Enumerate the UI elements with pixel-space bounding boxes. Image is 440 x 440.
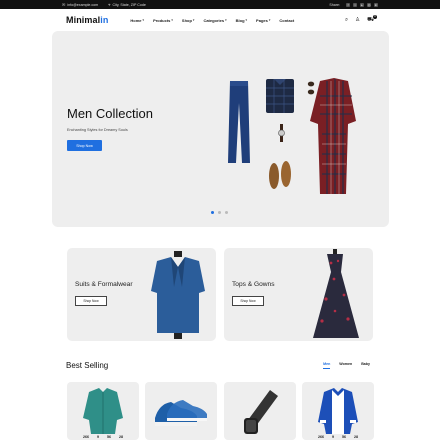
nav-categories[interactable]: Categories ▾: [203, 18, 226, 23]
main-header: Minimalin Home ▾ Products ▾ Shop ▾ Categori…: [0, 9, 440, 31]
logo-accent-text: in: [100, 15, 109, 25]
countdown-seconds: 28: [119, 435, 123, 439]
varsity-jacket-image: [318, 388, 358, 434]
chevron-down-icon: ▾: [225, 18, 227, 22]
main-nav: Home ▾ Products ▾ Shop ▾ Categories ▾ Blog ▾ …: [130, 18, 294, 23]
nav-label: Home: [130, 17, 142, 23]
nav-label: Categories: [203, 17, 225, 23]
chevron-down-icon: ▾: [171, 18, 173, 22]
category-shop-now-button[interactable]: Shop Now: [75, 296, 107, 306]
slider-dot[interactable]: [225, 211, 228, 214]
countdown-minutes: 56: [342, 435, 346, 439]
hero-product-flatlay-image: [228, 78, 356, 194]
linkedin-icon[interactable]: in: [374, 2, 378, 7]
best-selling-title: Best Selling: [66, 361, 109, 370]
nav-contact[interactable]: Contact: [279, 18, 294, 23]
category-shop-now-button[interactable]: Shop Now: [232, 296, 264, 306]
site-logo[interactable]: Minimalin: [66, 15, 108, 25]
tab-men[interactable]: Men: [323, 362, 331, 369]
smartwatch-image: [244, 390, 278, 434]
nav-products[interactable]: Products ▾: [153, 18, 173, 23]
product-card[interactable]: [145, 382, 217, 440]
nav-pages[interactable]: Pages ▾: [256, 18, 270, 23]
chevron-down-icon: ▾: [192, 18, 195, 22]
blue-sneakers-image: [155, 400, 207, 426]
search-icon[interactable]: ⌕: [345, 17, 348, 24]
product-card[interactable]: 266 9 56 28: [302, 382, 374, 440]
countdown-minutes: 56: [107, 435, 111, 439]
location-text: City, State, ZIP Code: [112, 2, 146, 7]
nav-shop[interactable]: Shop ▾: [182, 18, 195, 23]
category-card-tops-gowns[interactable]: Tops & Gowns Shop Now: [224, 248, 373, 341]
user-icon[interactable]: ♙: [355, 17, 360, 23]
top-bar: ✉ info@example.com ⌖ City, State, ZIP Co…: [0, 0, 440, 9]
blazer-mannequin-image: [151, 251, 205, 339]
email-text: info@example.com: [67, 2, 99, 7]
nav-label: Contact: [279, 17, 295, 23]
gown-mannequin-image: [313, 249, 359, 338]
countdown-days: 266: [83, 435, 89, 439]
category-title: Suits & Formalwear: [75, 281, 133, 288]
share-label: Share:: [329, 2, 340, 7]
slider-dot[interactable]: [218, 211, 221, 214]
hero-title: Men Collection: [67, 106, 153, 121]
best-selling-tabs: Men Women Baby: [323, 362, 370, 369]
hero-shop-now-button[interactable]: Shop Now: [67, 140, 102, 151]
chevron-down-icon: ▾: [245, 18, 248, 22]
countdown-days: 266: [318, 435, 324, 439]
email-info[interactable]: ✉ info@example.com: [62, 2, 98, 7]
countdown-hours: 9: [332, 435, 334, 439]
hero-slider-dots: [211, 211, 228, 214]
tab-baby[interactable]: Baby: [361, 362, 370, 369]
slider-dot[interactable]: [211, 211, 214, 214]
youtube-icon[interactable]: ▸: [360, 2, 364, 7]
nav-blog[interactable]: Blog ▾: [236, 18, 247, 23]
hero-banner: Men Collection Enchanting Styles for Dre…: [52, 31, 389, 227]
cart-count-badge: 0: [373, 14, 377, 19]
category-title: Tops & Gowns: [232, 281, 275, 288]
deal-countdown: 266 9 56 28: [67, 435, 139, 439]
countdown-hours: 9: [97, 435, 99, 439]
category-card-suits[interactable]: Suits & Formalwear Shop Now: [67, 248, 216, 341]
header-actions: ⌕ ♙ ⛟ 0: [345, 14, 377, 24]
teal-shirt-image: [83, 388, 123, 434]
instagram-icon[interactable]: ◎: [367, 2, 371, 7]
nav-label: Blog: [235, 17, 245, 23]
nav-label: Pages: [256, 17, 268, 23]
chevron-down-icon: ▾: [142, 18, 145, 22]
nav-label: Shop: [181, 17, 192, 23]
facebook-icon[interactable]: f: [346, 2, 350, 7]
cart-icon[interactable]: ⛟ 0: [367, 14, 377, 24]
social-share: Share: f t ▸ ◎ in: [329, 2, 378, 7]
logo-text: Minimal: [66, 15, 101, 25]
countdown-seconds: 28: [354, 435, 358, 439]
hero-subtitle: Enchanting Styles for Dreamy Souls: [67, 128, 128, 132]
chevron-down-icon: ▾: [268, 18, 271, 22]
mail-icon: ✉: [62, 2, 66, 7]
tab-women[interactable]: Women: [339, 362, 352, 369]
product-card[interactable]: [224, 382, 296, 440]
twitter-icon[interactable]: t: [353, 2, 357, 7]
nav-home[interactable]: Home ▾: [130, 18, 144, 23]
nav-label: Products: [153, 17, 171, 23]
location-pin-icon: ⌖: [108, 2, 111, 7]
location-info: ⌖ City, State, ZIP Code: [108, 2, 146, 7]
product-card[interactable]: 266 9 56 28: [67, 382, 139, 440]
deal-countdown: 266 9 56 28: [302, 435, 374, 439]
